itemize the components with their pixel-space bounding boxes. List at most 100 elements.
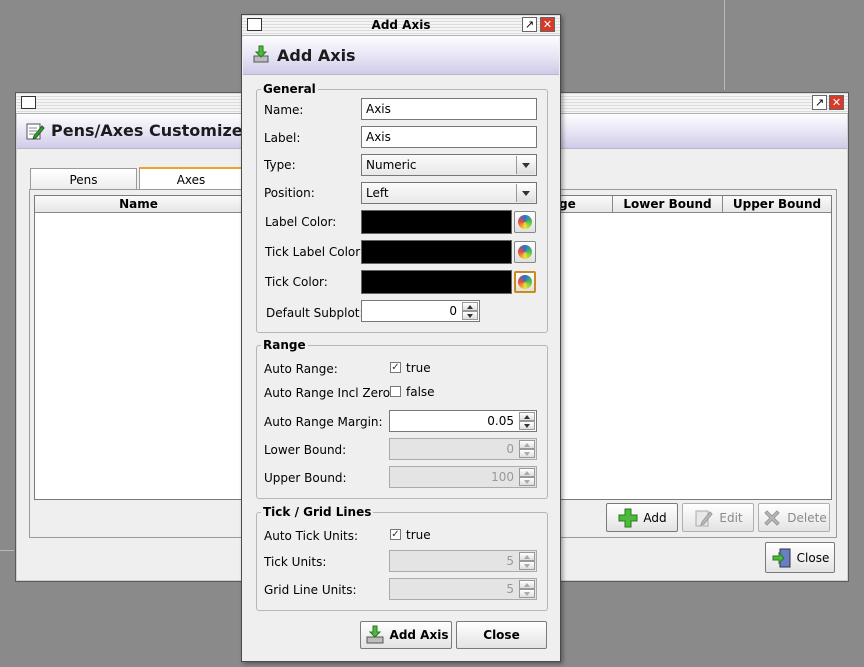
range-group: Range Auto Range: ✓ true Auto Range Incl…	[256, 338, 548, 499]
position-label: Position:	[264, 186, 315, 200]
default-subplot-value: 0	[449, 304, 457, 318]
maximize-icon[interactable]: ↗	[522, 17, 537, 32]
dialog-close-button-label: Close	[483, 628, 520, 642]
column-header-name[interactable]: Name	[35, 196, 243, 212]
window-title: Pens/Axes Customizer	[51, 121, 251, 140]
desktop-guide-line	[0, 550, 14, 551]
default-subplot-spinner[interactable]: 0	[361, 300, 480, 322]
edit-icon	[695, 510, 714, 526]
tick-grid-lines-group: Tick / Grid Lines Auto Tick Units: ✓ tru…	[256, 505, 548, 611]
edit-button[interactable]: Edit	[682, 503, 754, 532]
lower-bound-label: Lower Bound:	[264, 443, 347, 457]
decrement-icon[interactable]	[519, 421, 535, 430]
exit-door-icon	[772, 548, 791, 567]
tick-label-color-picker-button[interactable]	[514, 241, 536, 263]
tick-label-color-label: Tick Label Color:	[265, 245, 365, 259]
add-axis-dialog: Add Axis ↗ ✕ Add Axis General Name: Axis…	[241, 14, 561, 662]
add-button-label: Add	[643, 510, 667, 525]
increment-icon	[519, 440, 535, 449]
grid-line-units-label: Grid Line Units:	[264, 583, 357, 597]
increment-icon	[519, 580, 535, 589]
label-color-label: Label Color:	[265, 215, 337, 229]
tick-units-spinner[interactable]: 5	[389, 550, 537, 572]
label-input[interactable]: Axis	[361, 126, 537, 148]
auto-tick-units-value: true	[406, 528, 431, 542]
add-axis-button[interactable]: Add Axis	[360, 621, 452, 649]
decrement-icon	[519, 449, 535, 458]
name-input[interactable]: Axis	[361, 98, 537, 120]
general-legend: General	[261, 82, 318, 96]
upper-bound-label: Upper Bound:	[264, 471, 347, 485]
range-legend: Range	[261, 338, 308, 352]
auto-range-incl-zero-label: Auto Range Incl Zero:	[264, 386, 395, 400]
type-label: Type:	[264, 158, 296, 172]
edit-document-icon	[26, 123, 45, 140]
delete-button[interactable]: Delete	[758, 503, 830, 532]
increment-icon	[519, 552, 535, 561]
maximize-icon[interactable]: ↗	[812, 95, 827, 110]
tick-color-picker-button[interactable]	[514, 271, 536, 293]
dialog-title: Add Axis	[277, 46, 356, 65]
tick-units-label: Tick Units:	[264, 555, 327, 569]
dialog-titlebar[interactable]: Add Axis ↗ ✕	[242, 15, 560, 36]
name-label: Name:	[264, 103, 304, 117]
type-select[interactable]: Numeric	[361, 154, 537, 176]
label-label: Label:	[264, 131, 301, 145]
grid-line-units-value: 5	[506, 582, 514, 596]
tick-grid-lines-legend: Tick / Grid Lines	[261, 505, 374, 519]
lower-bound-spinner[interactable]: 0	[389, 438, 537, 460]
color-wheel-icon	[518, 215, 532, 229]
chevron-down-icon[interactable]	[516, 156, 535, 174]
decrement-icon	[519, 477, 535, 486]
increment-icon[interactable]	[519, 412, 535, 421]
grid-line-units-spinner[interactable]: 5	[389, 578, 537, 600]
auto-range-checkbox[interactable]: ✓	[390, 362, 401, 373]
edit-button-label: Edit	[719, 510, 743, 525]
upper-bound-spinner[interactable]: 100	[389, 466, 537, 488]
dialog-close-button[interactable]: Close	[456, 621, 547, 649]
auto-range-margin-spinner[interactable]: 0.05	[389, 410, 537, 432]
decrement-icon[interactable]	[462, 311, 478, 320]
tick-color-label: Tick Color:	[265, 275, 328, 289]
tick-units-value: 5	[506, 554, 514, 568]
close-icon[interactable]: ✕	[829, 95, 844, 110]
upper-bound-value: 100	[491, 470, 514, 484]
close-icon[interactable]: ✕	[540, 17, 555, 32]
general-group: General Name: Axis Label: Axis Type: Num…	[256, 82, 548, 333]
auto-range-label: Auto Range:	[264, 362, 338, 376]
tab-pens[interactable]: Pens	[30, 168, 137, 190]
increment-icon	[519, 468, 535, 477]
auto-tick-units-label: Auto Tick Units:	[264, 529, 359, 543]
label-color-picker-button[interactable]	[514, 211, 536, 233]
window-menu-icon[interactable]	[21, 96, 36, 109]
column-header-upper-bound[interactable]: Upper Bound	[723, 196, 831, 212]
auto-tick-units-checkbox[interactable]: ✓	[390, 529, 401, 540]
add-axis-icon	[253, 45, 269, 63]
add-icon	[618, 508, 638, 527]
position-select[interactable]: Left	[361, 182, 537, 204]
auto-range-margin-value: 0.05	[487, 414, 514, 428]
label-color-swatch[interactable]	[361, 210, 512, 234]
tick-label-color-swatch[interactable]	[361, 240, 512, 264]
tab-axes[interactable]: Axes	[139, 167, 243, 190]
dialog-header: Add Axis	[243, 36, 559, 75]
add-axis-button-label: Add Axis	[389, 628, 449, 642]
chevron-down-icon[interactable]	[516, 184, 535, 202]
close-button-label: Close	[796, 550, 830, 565]
tick-color-swatch[interactable]	[361, 270, 512, 294]
dialog-window-title: Add Axis	[371, 18, 431, 32]
auto-range-value: true	[406, 361, 431, 375]
column-header-range[interactable]: ge	[553, 196, 613, 212]
decrement-icon	[519, 561, 535, 570]
increment-icon[interactable]	[462, 302, 478, 311]
color-wheel-icon	[518, 275, 532, 289]
add-button[interactable]: Add	[606, 503, 678, 532]
add-axis-icon	[366, 625, 384, 644]
color-wheel-icon	[518, 245, 532, 259]
auto-range-incl-zero-checkbox[interactable]	[390, 386, 401, 397]
close-button[interactable]: Close	[765, 542, 835, 573]
position-select-value: Left	[366, 186, 389, 200]
type-select-value: Numeric	[366, 158, 417, 172]
desktop-guide-line	[724, 0, 725, 90]
column-header-lower-bound[interactable]: Lower Bound	[613, 196, 723, 212]
